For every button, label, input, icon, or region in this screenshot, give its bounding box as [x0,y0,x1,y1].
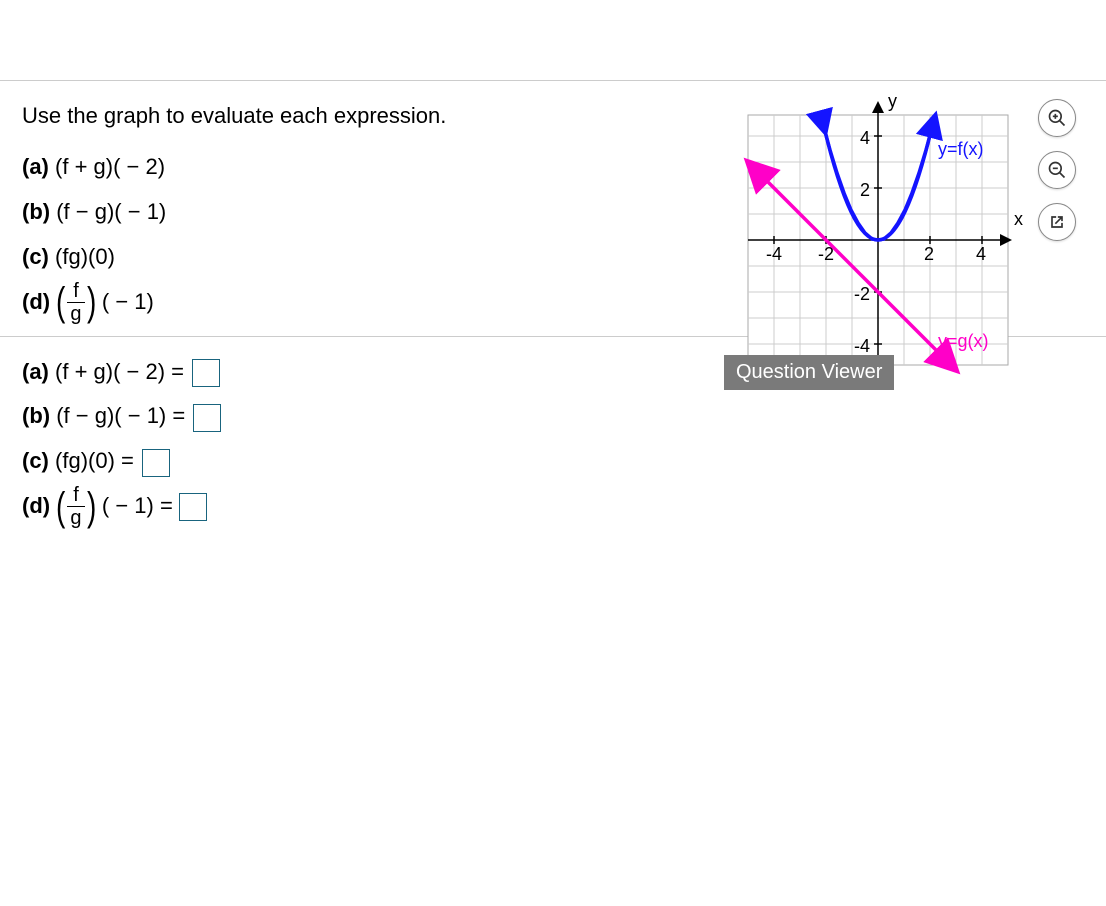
ytick-p4: 4 [860,128,870,148]
zoom-out-icon [1047,160,1067,180]
part-d-label: (d) [22,281,50,324]
part-b-expr: (f − g)( − 1) [56,199,166,224]
answer-d: (d) ( f g ) ( − 1) = [22,485,664,528]
frac-num: f [70,281,82,302]
answer-a-expr: (f + g)( − 2) = [55,359,184,384]
answer-c-input[interactable] [142,449,170,477]
answer-a-input[interactable] [192,359,220,387]
zoom-out-button[interactable] [1038,151,1076,189]
xtick-neg4: -4 [766,244,782,264]
part-d-tail: ( − 1) [102,281,154,324]
zoom-in-icon [1047,108,1067,128]
ytick-p2: 2 [860,180,870,200]
part-c-expr: (fg)(0) [55,244,115,269]
xtick-pos4: 4 [976,244,986,264]
f-label: y=f(x) [938,139,984,159]
answer-b-input[interactable] [193,404,221,432]
answer-b: (b) (f − g)( − 1) = [22,395,664,438]
part-d: (d) ( f g ) ( − 1) [22,281,724,324]
part-c-label: (c) [22,244,49,269]
instruction-text: Use the graph to evaluate each expressio… [22,95,724,138]
popout-button[interactable] [1038,203,1076,241]
fraction-parens: ( f g ) [54,281,98,324]
answer-a: (a) (f + g)( − 2) = [22,351,664,394]
answer-section: (a) (f + g)( − 2) = (b) (f − g)( − 1) = … [0,337,1106,541]
ytick-n2: -2 [854,284,870,304]
graph-controls [1038,99,1076,241]
answer-b-expr: (f − g)( − 1) = [56,403,185,428]
question-section: Use the graph to evaluate each expressio… [0,81,1106,336]
answer-c: (c) (fg)(0) = [22,440,664,483]
x-axis-label: x [1014,209,1023,229]
answer-c-expr: (fg)(0) = [55,448,134,473]
part-b-label: (b) [22,199,50,224]
xtick-pos2: 2 [924,244,934,264]
answer-d-tail: ( − 1) = [102,485,173,528]
part-a: (a) (f + g)( − 2) [22,146,724,189]
question-viewer-button[interactable]: Question Viewer [724,355,894,390]
part-b: (b) (f − g)( − 1) [22,191,724,234]
y-axis-label: y [888,95,897,111]
part-a-expr: (f + g)( − 2) [55,154,165,179]
part-c: (c) (fg)(0) [22,236,724,279]
zoom-in-button[interactable] [1038,99,1076,137]
part-a-label: (a) [22,154,49,179]
popout-icon [1047,212,1067,232]
answer-d-input[interactable] [179,493,207,521]
page: Use the graph to evaluate each expressio… [0,80,1106,540]
frac-den: g [67,302,84,324]
graph-svg: -4 -2 2 4 4 2 -2 -4 y x [738,95,1028,375]
